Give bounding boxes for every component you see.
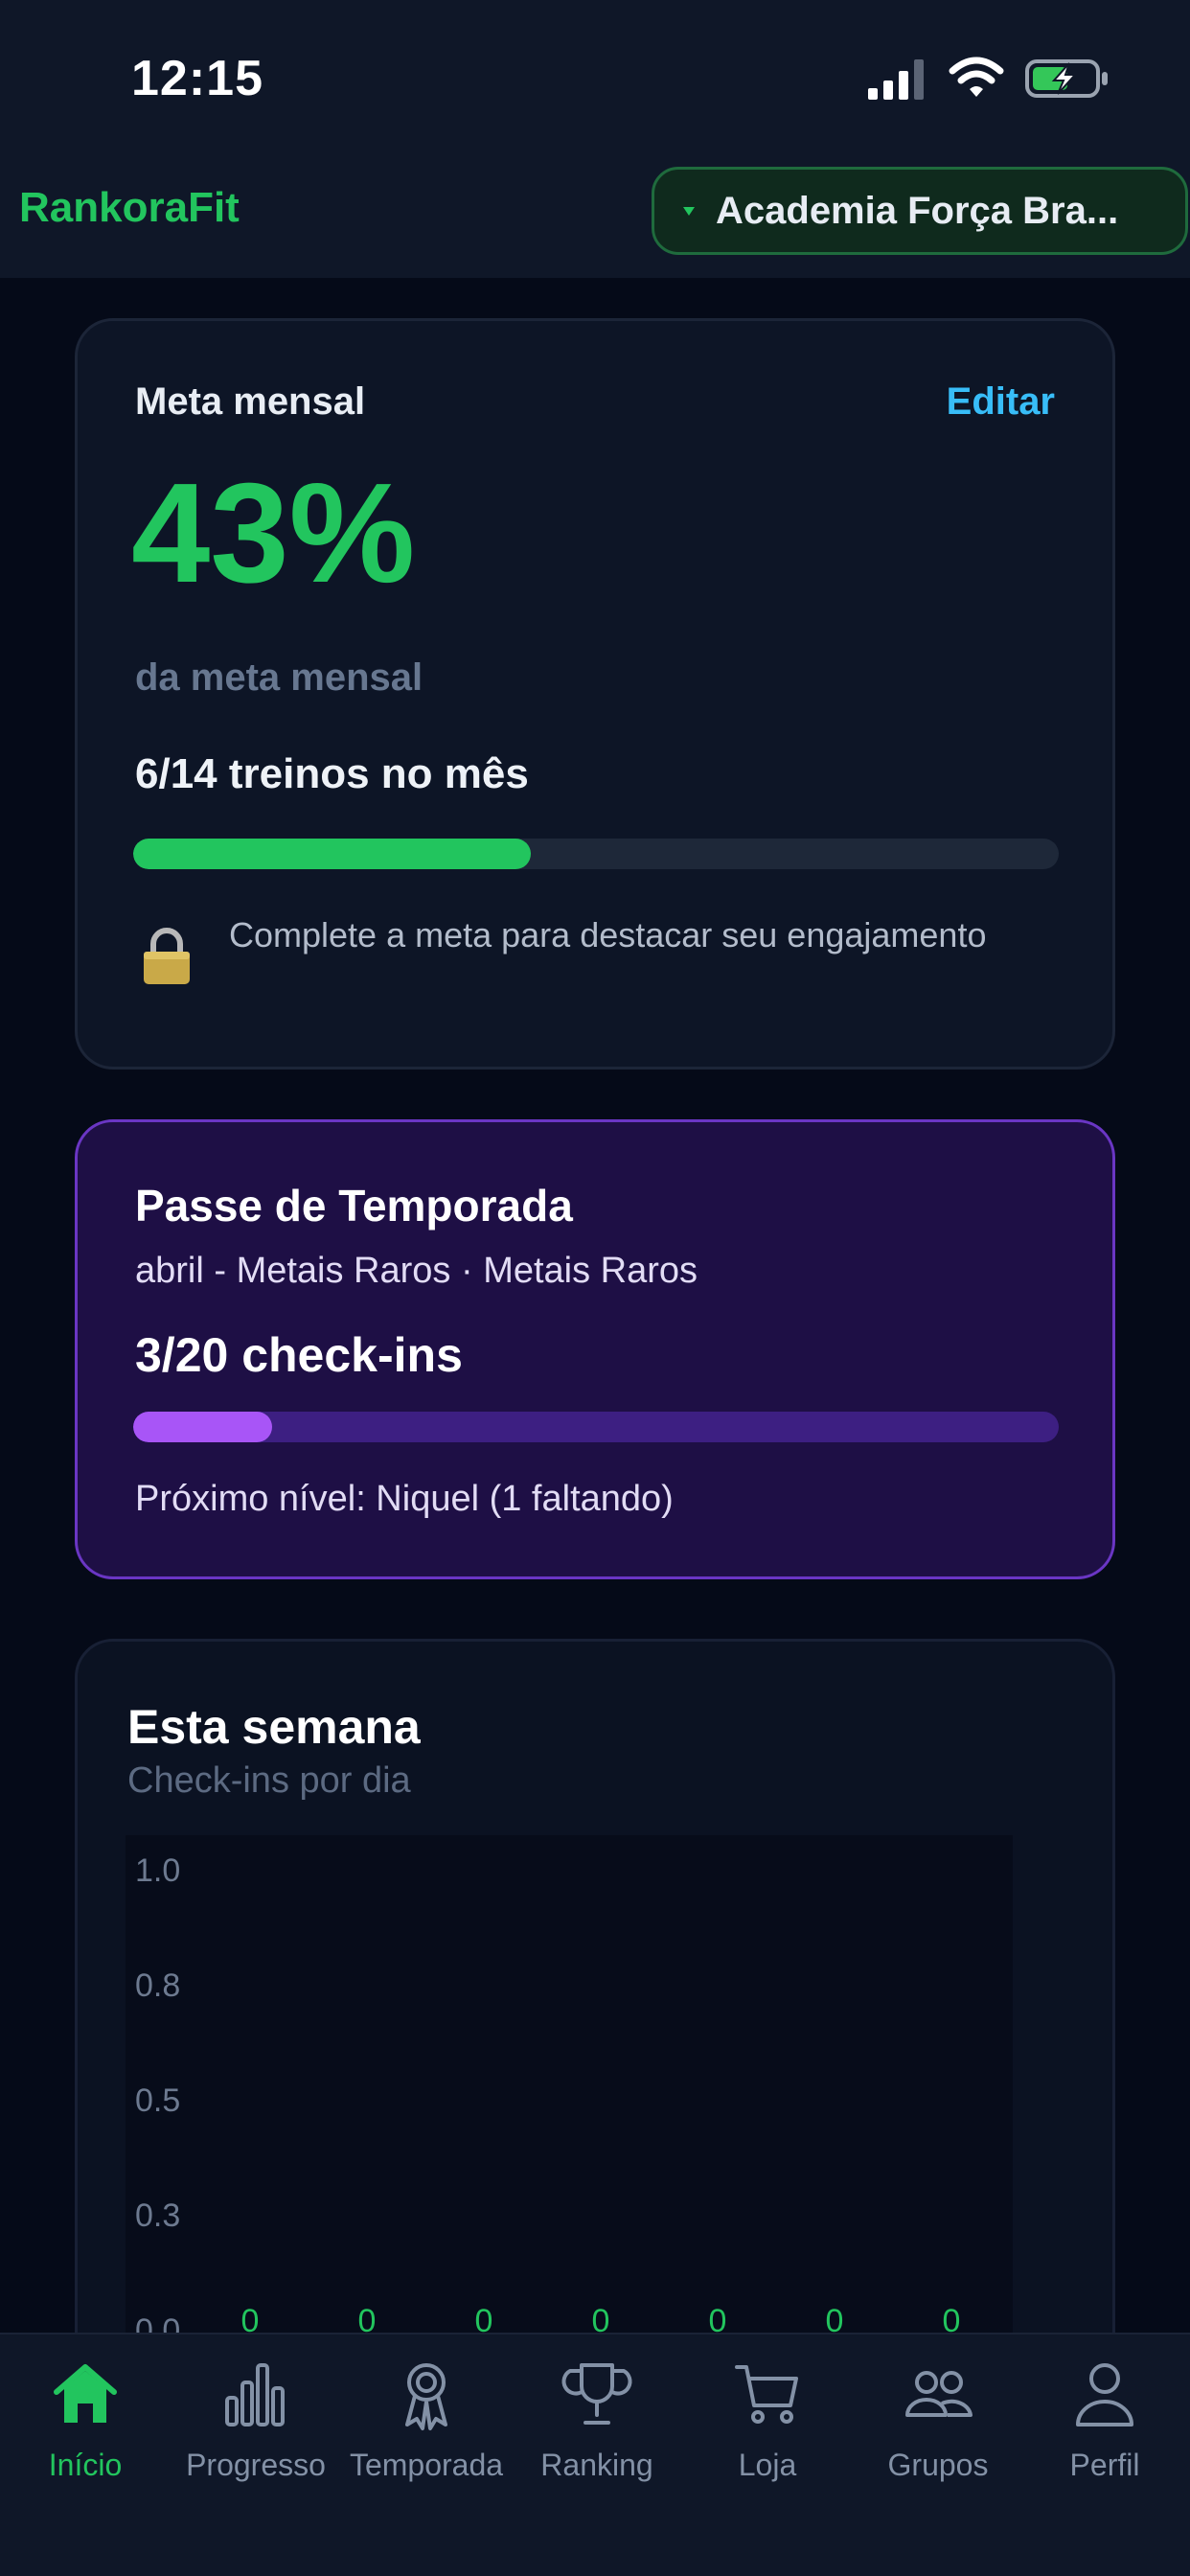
season-progress-bar (133, 1412, 1059, 1442)
weekly-bar-chart: 1.0 0.8 0.5 0.3 0.0 0 0 0 0 0 0 0 (126, 1835, 1013, 2410)
tab-loja[interactable]: Loja (682, 2356, 853, 2509)
edit-goal-button[interactable]: Editar (947, 380, 1055, 424)
gym-selector-label: Academia Força Bra... (716, 189, 1119, 232)
status-time: 12:15 (131, 51, 263, 106)
cellular-signal-icon (868, 59, 924, 100)
y-tick-label: 0.5 (135, 2082, 181, 2119)
caret-down-icon (683, 206, 695, 216)
y-tick-label: 0.3 (135, 2197, 181, 2234)
tab-inicio[interactable]: Início (0, 2356, 171, 2509)
tab-label: Temporada (349, 2448, 504, 2482)
trophy-icon (561, 2363, 632, 2425)
tab-label: Grupos (887, 2448, 989, 2482)
season-pass-card[interactable]: Passe de Temporada abril - Metais Raros … (75, 1119, 1115, 1579)
battery-charging-icon (1025, 59, 1108, 98)
season-count: 3/20 check-ins (135, 1328, 463, 1382)
season-progress-fill (133, 1412, 272, 1442)
tab-grupos[interactable]: Grupos (853, 2356, 1023, 2509)
tab-label: Início (48, 2448, 123, 2482)
y-tick-label: 0.8 (135, 1967, 181, 2004)
goal-hint: Complete a meta para destacar seu engaja… (229, 915, 987, 954)
goal-subtitle: da meta mensal (135, 656, 423, 699)
tab-label: Progresso (186, 2448, 326, 2482)
goal-progress-bar (133, 839, 1059, 869)
tab-label: Perfil (1069, 2448, 1140, 2482)
tab-perfil[interactable]: Perfil (1019, 2356, 1190, 2509)
chart-title: Esta semana (127, 1700, 421, 1754)
season-title: Passe de Temporada (135, 1181, 573, 1230)
chart-subtitle: Check-ins por dia (127, 1760, 411, 1801)
people-icon (905, 2371, 973, 2417)
tab-progresso[interactable]: Progresso (171, 2356, 341, 2509)
top-bar: 12:15 RankoraFit Academia Força Bra... (0, 0, 1190, 278)
app-screen: 12:15 RankoraFit Academia Força Bra... M… (0, 0, 1190, 2576)
goal-count: 6/14 treinos no mês (135, 750, 529, 797)
wifi-icon (949, 57, 1004, 97)
bar-chart-icon (225, 2363, 285, 2426)
goal-title: Meta mensal (135, 380, 366, 423)
lock-icon (144, 928, 190, 984)
monthly-goal-card: Meta mensal Editar 43% da meta mensal 6/… (75, 318, 1115, 1070)
tab-label: Ranking (540, 2448, 653, 2482)
goal-percent: 43% (131, 454, 416, 612)
cart-icon (735, 2365, 798, 2424)
goal-progress-fill (133, 839, 532, 869)
season-subtitle: abril - Metais Raros · Metais Raros (135, 1251, 698, 1291)
home-icon (54, 2364, 117, 2423)
tab-temporada[interactable]: Temporada (341, 2356, 512, 2509)
medal-icon (405, 2363, 447, 2430)
person-icon (1076, 2363, 1133, 2426)
gym-selector[interactable]: Academia Força Bra... (652, 167, 1188, 255)
tab-label: Loja (738, 2448, 797, 2482)
y-tick-label: 1.0 (135, 1852, 181, 1889)
tab-ranking[interactable]: Ranking (512, 2356, 682, 2509)
app-brand: RankoraFit (19, 184, 240, 231)
season-next-level: Próximo nível: Niquel (1 faltando) (135, 1479, 674, 1519)
bottom-tab-bar: Início Progresso Temporada Ranking Loja … (0, 2333, 1190, 2576)
